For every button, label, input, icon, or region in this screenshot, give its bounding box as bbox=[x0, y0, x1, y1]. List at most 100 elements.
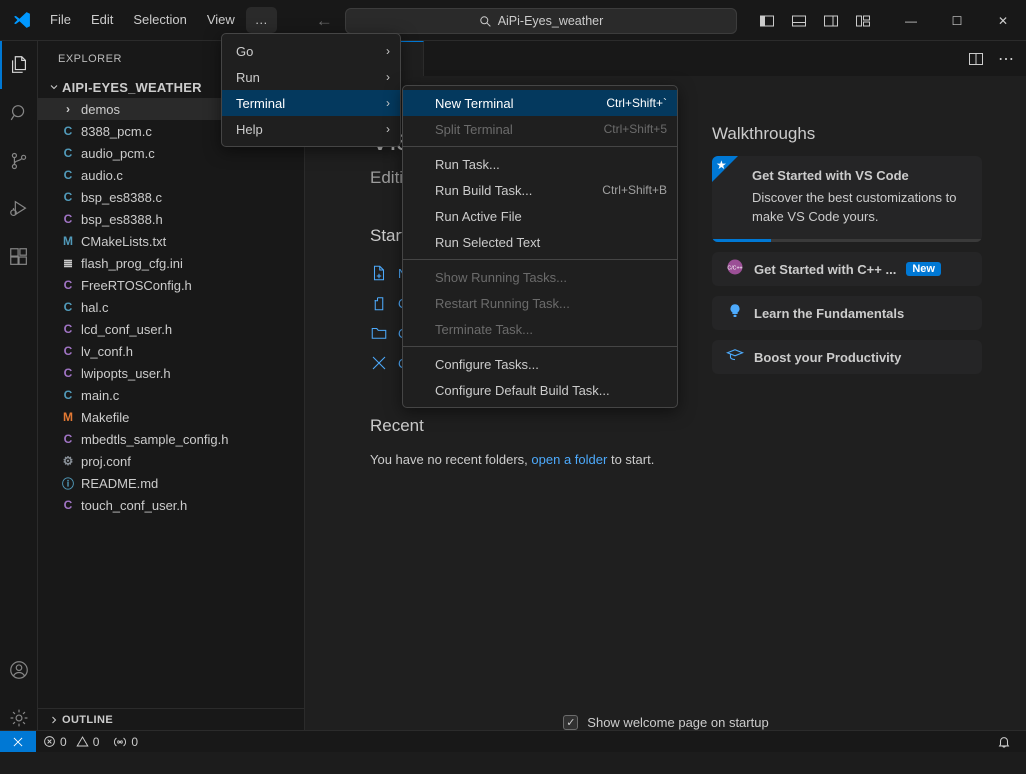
star-icon: ★ bbox=[716, 158, 727, 172]
file-row[interactable]: Clv_conf.h bbox=[38, 340, 304, 362]
menu-item-label: Restart Running Task... bbox=[435, 295, 570, 311]
command-center-search[interactable]: AiPi-Eyes_weather bbox=[345, 8, 737, 34]
customize-layout-icon[interactable] bbox=[848, 6, 878, 36]
menu-file[interactable]: File bbox=[41, 7, 80, 33]
activity-bar bbox=[0, 41, 38, 752]
menu-edit[interactable]: Edit bbox=[82, 7, 122, 33]
maximize-button[interactable]: ☐ bbox=[934, 0, 980, 41]
menu-item-terminal[interactable]: Terminal › bbox=[222, 90, 400, 116]
file-row[interactable]: C FreeRTOSConfig.h bbox=[38, 274, 304, 296]
menu-item-split-terminal: Split Terminal Ctrl+Shift+5 bbox=[403, 116, 677, 142]
activity-accounts[interactable] bbox=[0, 646, 38, 694]
menu-item-new-terminal[interactable]: New Terminal Ctrl+Shift+` bbox=[403, 90, 677, 116]
file-row[interactable]: ≣ flash_prog_cfg.ini bbox=[38, 252, 304, 274]
file-row[interactable]: Cmbedtls_sample_config.h bbox=[38, 428, 304, 450]
menu-item-label: New Terminal bbox=[435, 95, 514, 111]
toggle-secondary-sidebar-icon[interactable] bbox=[816, 6, 846, 36]
menu-more[interactable]: … bbox=[245, 7, 277, 33]
c-file-icon: C bbox=[63, 168, 73, 182]
chevron-right-icon: › bbox=[386, 70, 390, 84]
minimize-button[interactable]: — bbox=[888, 0, 934, 41]
file-row[interactable]: ⚙ proj.conf bbox=[38, 450, 304, 472]
file-row[interactable]: ⓘ README.md bbox=[38, 472, 304, 494]
menu-item-label: Terminate Task... bbox=[435, 321, 534, 337]
extensions-icon bbox=[9, 248, 27, 265]
activity-run-debug[interactable] bbox=[0, 185, 38, 233]
file-row[interactable]: Clwipopts_user.h bbox=[38, 362, 304, 384]
activity-extensions[interactable] bbox=[0, 233, 38, 281]
menu-item-run-build-task[interactable]: Run Build Task... Ctrl+Shift+B bbox=[403, 177, 677, 203]
file-row[interactable]: Caudio.c bbox=[38, 164, 304, 186]
walkthrough-get-started-cpp[interactable]: C/C++ Get Started with C++ ... New bbox=[712, 252, 982, 286]
activity-explorer[interactable] bbox=[0, 41, 38, 89]
menu-item-run[interactable]: Run › bbox=[222, 64, 400, 90]
vscode-window: File Edit Selection View … ← → AiPi-Eyes… bbox=[0, 0, 1026, 774]
menu-separator bbox=[403, 346, 677, 347]
title-bar: File Edit Selection View … ← → AiPi-Eyes… bbox=[0, 0, 1026, 41]
activity-search[interactable] bbox=[0, 89, 38, 137]
chevron-right-icon: › bbox=[386, 96, 390, 110]
file-row[interactable]: Cmain.c bbox=[38, 384, 304, 406]
h-file-icon: C bbox=[63, 432, 73, 446]
menu-item-label: Run bbox=[236, 69, 260, 85]
walkthrough-get-started-vscode[interactable]: ★ Get Started with VS Code Discover the … bbox=[712, 156, 982, 242]
file-name-label: lcd_conf_user.h bbox=[81, 321, 173, 337]
split-editor-icon[interactable] bbox=[962, 45, 990, 73]
c-file-icon: C bbox=[63, 190, 73, 204]
close-button[interactable]: ✕ bbox=[980, 0, 1026, 41]
walkthrough-description: Discover the best customizations to make… bbox=[752, 190, 957, 224]
walkthrough-title: Learn the Fundamentals bbox=[754, 305, 905, 321]
file-name-label: touch_conf_user.h bbox=[81, 497, 188, 513]
outline-panel-header[interactable]: OUTLINE bbox=[38, 708, 304, 730]
file-row[interactable]: M CMakeLists.txt bbox=[38, 230, 304, 252]
c-file-icon: C bbox=[63, 300, 73, 314]
search-value: AiPi-Eyes_weather bbox=[497, 14, 604, 28]
menu-item-configure-default-build-task[interactable]: Configure Default Build Task... bbox=[403, 377, 677, 403]
tabs-bar: ⋯ bbox=[306, 41, 1026, 76]
walkthrough-boost-productivity[interactable]: Boost your Productivity bbox=[712, 340, 982, 374]
clone-repo-icon bbox=[372, 356, 386, 370]
menu-item-show-running-tasks: Show Running Tasks... bbox=[403, 264, 677, 290]
file-name-label: lv_conf.h bbox=[81, 343, 134, 359]
walkthroughs-column: Walkthroughs ★ Get Started with VS Code … bbox=[712, 124, 982, 472]
back-arrow-icon[interactable]: ← bbox=[316, 12, 333, 29]
explorer-sidebar: EXPLORER AIPI-EYES_WEATHER › demos C 8388_p… bbox=[38, 41, 305, 752]
toggle-panel-icon[interactable] bbox=[784, 6, 814, 36]
more-actions-icon[interactable]: ⋯ bbox=[992, 45, 1020, 73]
file-row[interactable]: Chal.c bbox=[38, 296, 304, 318]
notifications-status[interactable] bbox=[990, 731, 1018, 753]
menu-selection[interactable]: Selection bbox=[124, 7, 195, 33]
remote-window-indicator[interactable] bbox=[0, 730, 36, 753]
menu-item-run-active-file[interactable]: Run Active File bbox=[403, 203, 677, 229]
problems-status[interactable]: 0 0 bbox=[36, 731, 106, 753]
layout-controls bbox=[752, 0, 878, 41]
show-welcome-checkbox[interactable]: ✓ bbox=[563, 715, 579, 730]
toggle-primary-sidebar-icon[interactable] bbox=[752, 6, 782, 36]
file-name-label: flash_prog_cfg.ini bbox=[81, 255, 183, 271]
menu-item-help[interactable]: Help › bbox=[222, 116, 400, 142]
menu-item-label: Run Build Task... bbox=[435, 182, 533, 198]
walkthrough-learn-fundamentals[interactable]: Learn the Fundamentals bbox=[712, 296, 982, 330]
menu-item-run-selected-text[interactable]: Run Selected Text bbox=[403, 229, 677, 255]
open-folder-link[interactable]: open a folder bbox=[531, 452, 607, 467]
menu-view[interactable]: View bbox=[198, 7, 244, 33]
walkthrough-title: Get Started with C++ ... bbox=[754, 261, 897, 277]
file-row[interactable]: Cbsp_es8388.h bbox=[38, 208, 304, 230]
file-row[interactable]: Cbsp_es8388.c bbox=[38, 186, 304, 208]
menu-item-label: Show Running Tasks... bbox=[435, 269, 567, 285]
lightbulb-icon bbox=[726, 302, 744, 325]
menu-item-label: Run Selected Text bbox=[435, 234, 541, 250]
ports-count: 0 bbox=[131, 734, 139, 749]
menu-item-go[interactable]: Go › bbox=[222, 38, 400, 64]
menu-separator bbox=[403, 146, 677, 147]
menu-item-run-task[interactable]: Run Task... bbox=[403, 151, 677, 177]
activity-source-control[interactable] bbox=[0, 137, 38, 185]
ports-status[interactable]: 0 bbox=[106, 731, 145, 753]
file-row[interactable]: Ctouch_conf_user.h bbox=[38, 494, 304, 516]
file-name-label: audio_pcm.c bbox=[81, 145, 155, 161]
c-file-icon: C bbox=[63, 124, 73, 138]
file-row[interactable]: Clcd_conf_user.h bbox=[38, 318, 304, 340]
menu-item-configure-tasks[interactable]: Configure Tasks... bbox=[403, 351, 677, 377]
file-name-label: CMakeLists.txt bbox=[81, 233, 167, 249]
file-row[interactable]: M Makefile bbox=[38, 406, 304, 428]
